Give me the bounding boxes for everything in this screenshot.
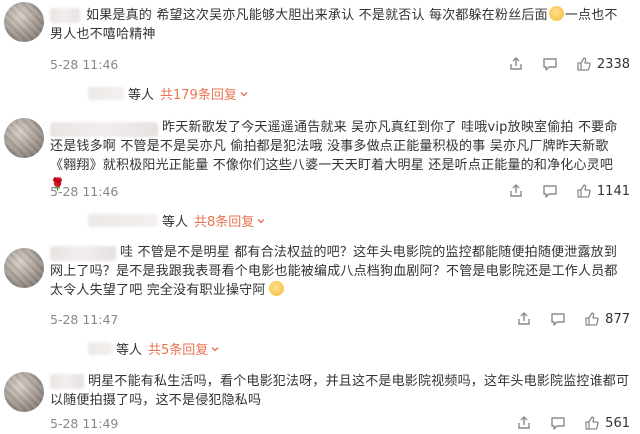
avatar[interactable] [4, 118, 44, 158]
comment-icon [543, 185, 557, 198]
thumbs-up-icon [577, 184, 591, 198]
thumbs-up-icon [585, 312, 599, 326]
reply-summary: 等人 共179条回复 [88, 84, 249, 103]
share-button[interactable] [516, 415, 532, 431]
comment-text-lead: 如果是真的 希望这次吴亦凡能够大胆出来承认 不是就否认 每次都躲在粉丝后面 [86, 8, 548, 23]
view-replies-label: 共5条回复 [148, 343, 209, 358]
comment-text: 明星不能有私生活吗，看个电影犯法呀，并且这不是电影院视频吗，这年头电影院监控谁都… [50, 372, 630, 410]
comment-button[interactable] [542, 56, 558, 72]
comment-timestamp: 5-28 11:46 [50, 184, 119, 199]
comment-item: 哇 不管是不是明星 都有合法权益的吧？这年头电影院的监控都能随便拍随便泄露放到网… [0, 240, 640, 366]
comment-text: 哇 不管是不是明星 都有合法权益的吧？这年头电影院的监控都能随便拍随便泄露放到网… [50, 243, 630, 300]
comment-timestamp: 5-28 11:49 [50, 416, 119, 431]
thumbs-up-icon [585, 416, 599, 430]
view-replies-label: 共8条回复 [194, 215, 255, 230]
view-replies-link[interactable]: 共8条回复 [194, 211, 266, 230]
share-button[interactable] [516, 311, 532, 327]
reply-who: 等人 [116, 343, 143, 358]
like-button[interactable]: 877 [584, 311, 630, 327]
avatar[interactable] [4, 248, 44, 288]
like-count: 877 [605, 311, 630, 327]
like-count: 2338 [596, 56, 630, 72]
comment-text-lead: 哇 不管是不是明星 都有合法权益的吧？这年头电影院的监控都能随便拍随便泄露放到网… [50, 245, 618, 298]
comment-actions: 561 [516, 415, 630, 431]
comment-icon [551, 313, 565, 326]
comment-text: 如果是真的 希望这次吴亦凡能够大胆出来承认 不是就否认 每次都躲在粉丝后面 一点也… [50, 6, 630, 44]
comment-text-lead: 明星不能有私生活吗，看个电影犯法呀，并且这不是电影院视频吗，这年头电影院监控谁都… [50, 374, 630, 408]
comment-item: 明星不能有私生活吗，看个电影犯法呀，并且这不是电影院视频吗，这年头电影院监控谁都… [0, 366, 640, 434]
comment-icon [551, 417, 565, 430]
comment-actions: 2338 [508, 56, 630, 72]
comment-item: 昨天新歌发了今天遥遥通告就来 吴亦凡真红到你了 哇哦vip放映室偷拍 不要命还是… [0, 110, 640, 240]
avatar[interactable] [4, 2, 44, 42]
comment-icon [543, 58, 557, 71]
like-button[interactable]: 1141 [576, 183, 630, 199]
thumbs-up-icon [577, 57, 591, 71]
reply-summary: 等人 共5条回复 [88, 339, 220, 358]
reply-user-blurred [88, 342, 112, 355]
comment-timestamp: 5-28 11:46 [50, 57, 119, 72]
share-button[interactable] [508, 56, 524, 72]
share-icon [518, 416, 530, 429]
share-button[interactable] [508, 183, 524, 199]
share-icon [518, 312, 530, 325]
chevron-down-icon [257, 218, 265, 223]
comment-item: 如果是真的 希望这次吴亦凡能够大胆出来承认 不是就否认 每次都躲在粉丝后面 一点也… [0, 0, 640, 108]
view-replies-label: 共179条回复 [160, 88, 237, 103]
chevron-down-icon [211, 346, 219, 351]
chevron-down-icon [240, 91, 248, 96]
like-button[interactable]: 561 [584, 415, 630, 431]
comment-actions: 877 [516, 311, 630, 327]
view-replies-link[interactable]: 共5条回复 [148, 339, 220, 358]
share-icon [510, 184, 522, 197]
like-count: 561 [605, 415, 630, 431]
comment-timestamp: 5-28 11:47 [50, 312, 119, 327]
avatar[interactable] [4, 372, 44, 412]
comment-button[interactable] [550, 311, 566, 327]
reply-summary: 等人 共8条回复 [88, 211, 266, 230]
share-icon [510, 57, 522, 70]
reply-who: 等人 [162, 215, 189, 230]
reply-user-blurred [88, 214, 158, 227]
comment-actions: 1141 [508, 183, 630, 199]
view-replies-link[interactable]: 共179条回复 [160, 84, 249, 103]
like-count: 1141 [596, 183, 630, 199]
reply-who: 等人 [128, 88, 155, 103]
like-button[interactable]: 2338 [576, 56, 630, 72]
comment-button[interactable] [550, 415, 566, 431]
comment-text-lead: 昨天新歌发了今天遥遥通告就来 吴亦凡真红到你了 哇哦vip放映室偷拍 不要命还是… [50, 120, 618, 173]
disappointed-emoji-icon [268, 281, 284, 296]
comment-button[interactable] [542, 183, 558, 199]
reply-user-blurred [88, 87, 124, 100]
smiley-emoji-icon [548, 6, 564, 21]
